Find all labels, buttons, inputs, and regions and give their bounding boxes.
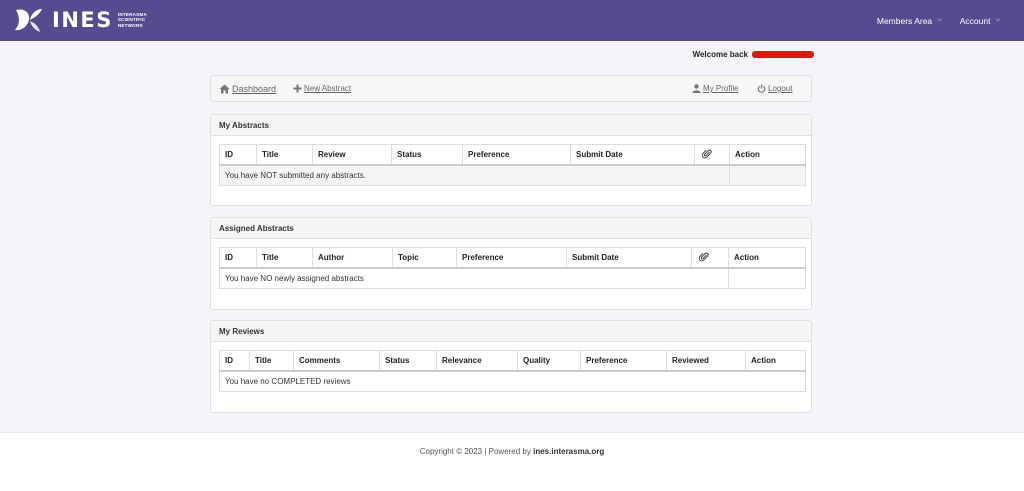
column-header[interactable]: Review xyxy=(312,144,392,166)
attachment-column-header[interactable] xyxy=(691,247,729,269)
brand-logo[interactable]: INES INTERASMA SCIENTIFIC NETWORK xyxy=(12,5,147,35)
column-header[interactable]: Status xyxy=(379,350,437,372)
welcome-text: Welcome back xyxy=(692,50,748,59)
members-area-label: Members Area xyxy=(876,15,933,26)
panel-title: My Reviews xyxy=(211,321,811,342)
my-abstracts-panel: My Abstracts ID Title Review Status Pref… xyxy=(210,114,812,206)
column-header[interactable]: Relevance xyxy=(436,350,518,372)
empty-state-message: You have no COMPLETED reviews xyxy=(219,370,806,392)
column-header[interactable]: Title xyxy=(249,350,294,372)
brand-subtitle: INTERASMA SCIENTIFIC NETWORK xyxy=(118,12,147,28)
column-header[interactable]: Author xyxy=(312,247,393,269)
chevron-down-icon: ⌵ xyxy=(937,17,942,23)
column-header[interactable]: Title xyxy=(256,144,313,166)
nav-menu: Members Area ⌵ Account ⌵ xyxy=(859,0,1000,41)
my-profile-label: My Profile xyxy=(703,84,739,93)
plus-icon xyxy=(293,84,302,93)
column-header[interactable]: Action xyxy=(728,247,806,269)
column-header[interactable]: Submit Date xyxy=(570,144,695,166)
column-header[interactable]: Status xyxy=(391,144,463,166)
ines-logo-icon xyxy=(15,9,42,32)
logout-label: Logout xyxy=(768,84,793,93)
column-header[interactable]: Comments xyxy=(293,350,380,372)
brand-name: INES xyxy=(52,8,113,32)
column-header[interactable]: Quality xyxy=(517,350,581,372)
table-header-row: ID Title Review Status Preference Submit… xyxy=(219,144,806,166)
panel-title: My Abstracts xyxy=(211,115,811,136)
copyright-text: Copyright © 2023 | Powered by xyxy=(419,447,534,456)
my-profile-link[interactable]: My Profile xyxy=(692,84,739,93)
column-header[interactable]: Submit Date xyxy=(566,247,692,269)
column-header[interactable]: ID xyxy=(219,144,257,166)
table-row: You have NOT submitted any abstracts. xyxy=(219,164,806,186)
panel-title: Assigned Abstracts xyxy=(211,218,811,239)
redacted-username xyxy=(752,51,814,58)
assigned-abstracts-table: ID Title Author Topic Preference Submit … xyxy=(219,247,806,289)
empty-cell xyxy=(728,267,806,289)
attachment-column-header[interactable] xyxy=(694,144,730,166)
column-header[interactable]: ID xyxy=(219,350,250,372)
empty-state-message: You have NOT submitted any abstracts. xyxy=(219,164,730,186)
column-header[interactable]: Reviewed xyxy=(666,350,746,372)
welcome-message: Welcome back xyxy=(693,50,814,59)
dashboard-label: Dashboard xyxy=(232,84,277,94)
table-header-row: ID Title Comments Status Relevance Quali… xyxy=(219,350,806,372)
empty-cell xyxy=(729,164,806,186)
table-header-row: ID Title Author Topic Preference Submit … xyxy=(219,247,806,269)
column-header[interactable]: Preference xyxy=(580,350,667,372)
top-navbar: INES INTERASMA SCIENTIFIC NETWORK Member… xyxy=(0,0,1024,41)
column-header[interactable]: Title xyxy=(256,247,313,269)
power-icon xyxy=(757,84,766,93)
table-row: You have no COMPLETED reviews xyxy=(219,370,806,392)
user-icon xyxy=(692,84,701,93)
logout-link[interactable]: Logout xyxy=(757,84,792,93)
my-reviews-panel: My Reviews ID Title Comments Status Rele… xyxy=(210,320,812,413)
paperclip-icon xyxy=(702,149,712,159)
brand-subtitle-line: NETWORK xyxy=(117,22,143,28)
new-abstract-link[interactable]: New Abstract xyxy=(293,84,351,93)
column-header[interactable]: Topic xyxy=(392,247,457,269)
members-area-menu[interactable]: Members Area ⌵ xyxy=(877,16,942,26)
empty-state-message: You have NO newly assigned abstracts xyxy=(219,267,729,289)
toolbar: Dashboard New Abstract My Profile Logout xyxy=(210,75,812,102)
chevron-down-icon: ⌵ xyxy=(995,17,1000,23)
account-menu[interactable]: Account ⌵ xyxy=(960,16,1000,26)
home-icon xyxy=(219,84,230,94)
brand-subtitle-line: SCIENTIFIC xyxy=(117,17,146,23)
table-row: You have NO newly assigned abstracts xyxy=(219,267,806,289)
site-name: ines.interasma.org xyxy=(533,447,605,456)
assigned-abstracts-panel: Assigned Abstracts ID Title Author Topic… xyxy=(210,217,812,310)
new-abstract-label: New Abstract xyxy=(304,84,352,93)
column-header[interactable]: ID xyxy=(219,247,257,269)
dashboard-link[interactable]: Dashboard xyxy=(219,84,276,94)
account-label: Account xyxy=(959,15,991,26)
column-header[interactable]: Action xyxy=(729,144,806,166)
column-header[interactable]: Preference xyxy=(462,144,571,166)
footer: Copyright © 2023 | Powered by ines.inter… xyxy=(0,432,1024,491)
paperclip-icon xyxy=(699,252,709,262)
my-reviews-table: ID Title Comments Status Relevance Quali… xyxy=(219,350,806,392)
column-header[interactable]: Action xyxy=(745,350,806,372)
column-header[interactable]: Preference xyxy=(456,247,567,269)
my-abstracts-table: ID Title Review Status Preference Submit… xyxy=(219,144,806,186)
